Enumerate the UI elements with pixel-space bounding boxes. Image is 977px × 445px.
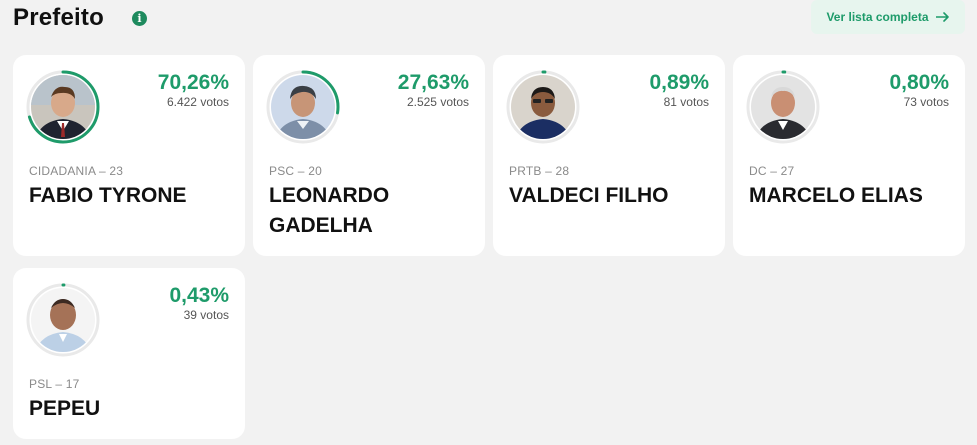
arrow-right-icon bbox=[935, 12, 949, 22]
party-number: CIDADANIA – 23 bbox=[29, 164, 124, 178]
vote-percentage: 70,26% bbox=[157, 71, 229, 94]
candidate-card[interactable]: 27,63% 2.525 votos PSC – 20 LEONARDO GAD… bbox=[253, 55, 485, 256]
vote-percentage: 0,80% bbox=[889, 71, 949, 94]
section-title: Prefeito bbox=[13, 4, 104, 31]
candidate-photo bbox=[31, 288, 95, 352]
party-number: PRTB – 28 bbox=[509, 164, 570, 178]
party-number: PSC – 20 bbox=[269, 164, 322, 178]
info-icon[interactable]: i bbox=[132, 11, 147, 26]
vote-percentage: 0,43% bbox=[169, 284, 229, 307]
candidate-name: MARCELO ELIAS bbox=[749, 184, 923, 207]
candidate-photo bbox=[31, 75, 95, 139]
vote-count: 81 votos bbox=[663, 95, 709, 109]
candidate-photo bbox=[751, 75, 815, 139]
candidate-photo bbox=[271, 75, 335, 139]
candidate-name: VALDECI FILHO bbox=[509, 184, 669, 207]
candidate-name: PEPEU bbox=[29, 397, 101, 420]
vote-count: 73 votos bbox=[903, 95, 949, 109]
section-header: Prefeito i Ver lista completa bbox=[0, 0, 977, 40]
candidate-card[interactable]: 0,80% 73 votos DC – 27 MARCELO ELIAS bbox=[733, 55, 965, 256]
view-full-list-button[interactable]: Ver lista completa bbox=[811, 0, 965, 34]
party-number: PSL – 17 bbox=[29, 377, 80, 391]
view-full-list-label: Ver lista completa bbox=[826, 10, 929, 24]
candidate-name: LEONARDO GADELHA bbox=[269, 184, 390, 237]
candidate-card[interactable]: 70,26% 6.422 votos CIDADANIA – 23 FABIO … bbox=[13, 55, 245, 256]
candidate-photo bbox=[511, 75, 575, 139]
vote-count: 6.422 votos bbox=[166, 95, 229, 109]
vote-percentage: 0,89% bbox=[649, 71, 709, 94]
vote-count: 39 votos bbox=[183, 308, 229, 322]
vote-count: 2.525 votos bbox=[406, 95, 469, 109]
candidate-card[interactable]: 0,43% 39 votos PSL – 17 PEPEU bbox=[13, 268, 245, 439]
candidate-name: FABIO TYRONE bbox=[29, 184, 187, 207]
candidate-card[interactable]: 0,89% 81 votos PRTB – 28 VALDECI FILHO bbox=[493, 55, 725, 256]
vote-percentage: 27,63% bbox=[397, 71, 469, 94]
party-number: DC – 27 bbox=[749, 164, 795, 178]
